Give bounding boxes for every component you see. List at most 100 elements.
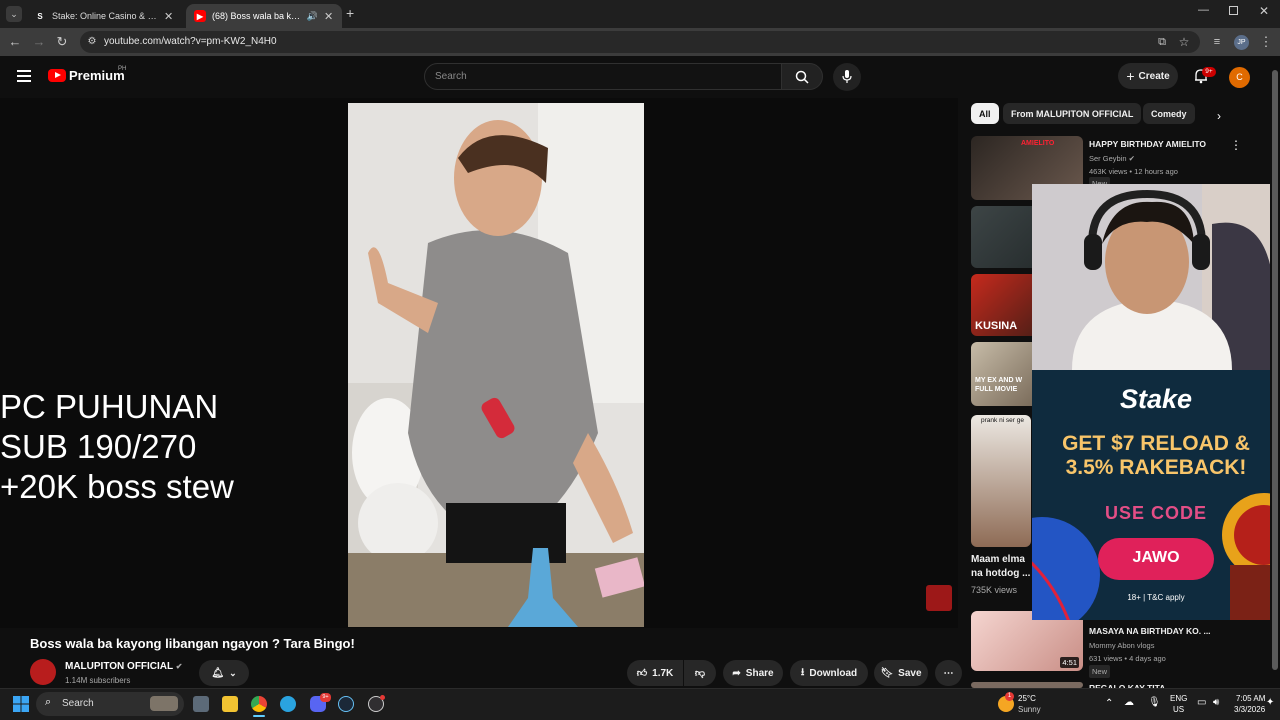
- chips-next-chevron-icon[interactable]: ›: [1217, 109, 1221, 123]
- steam-icon[interactable]: [338, 696, 354, 712]
- language-bottom[interactable]: US: [1173, 705, 1184, 714]
- rec-more-icon[interactable]: ⋮: [1230, 138, 1242, 152]
- overlay-line: SUB 190/270: [0, 428, 197, 465]
- search-button[interactable]: [781, 63, 823, 90]
- tab-youtube[interactable]: ▶ (68) Boss wala ba kayong lib 🔊 ✕: [186, 4, 342, 28]
- weather-badge: 1: [1005, 692, 1014, 701]
- tab-search-dropdown-icon[interactable]: ⌄: [6, 6, 22, 22]
- download-label: Download: [809, 667, 858, 679]
- profile-avatar[interactable]: JP: [1234, 35, 1249, 50]
- verified-icon: ✔: [1128, 154, 1135, 163]
- microphone-icon: [842, 70, 852, 83]
- back-icon[interactable]: ←: [7, 34, 23, 50]
- create-button[interactable]: + Create: [1118, 63, 1178, 89]
- channel-watermark-icon[interactable]: [926, 585, 952, 611]
- speaker-icon[interactable]: 🔊: [307, 11, 318, 22]
- forward-icon[interactable]: →: [31, 34, 47, 50]
- tray-chevron-up-icon[interactable]: ⌃: [1105, 698, 1113, 709]
- promo-code-button[interactable]: JAWO: [1098, 538, 1214, 580]
- save-label: Save: [898, 667, 922, 679]
- microphone-tray-icon[interactable]: 🎙︎: [1148, 697, 1161, 708]
- site-info-icon[interactable]: ⚙: [84, 34, 100, 50]
- share-label: Share: [745, 667, 774, 679]
- search-icon: ⌕: [45, 696, 52, 708]
- playlist-icon[interactable]: ≡: [1209, 34, 1225, 50]
- like-button[interactable]: 👍︎ 1.7K: [627, 660, 683, 686]
- thumbs-down-icon: 👎︎: [694, 668, 706, 679]
- subscribe-bell-button[interactable]: 🔔︎ ⌄: [199, 660, 249, 686]
- telegram-icon[interactable]: [280, 696, 296, 712]
- stake-ad-overlay: Stake GET $7 RELOAD & 3.5% RAKEBACK! USE…: [1032, 370, 1280, 620]
- rec-title[interactable]: MASAYA NA BIRTHDAY KO. ...: [1089, 626, 1211, 637]
- notification-center-icon[interactable]: ✦: [1266, 697, 1274, 708]
- video-frame[interactable]: [348, 103, 644, 627]
- language-top[interactable]: ENG: [1170, 694, 1187, 703]
- rec-thumbnail-short[interactable]: prank ni ser ge: [971, 415, 1031, 547]
- thumb-text: prank ni ser ge: [981, 417, 1024, 424]
- rec-channel[interactable]: Mommy Abon vlogs: [1089, 639, 1154, 652]
- rec-title[interactable]: HAPPY BIRTHDAY AMIELITO: [1089, 139, 1206, 150]
- browser-tab-strip: ⌄ S Stake: Online Casino & Sports B ✕ ▶ …: [0, 0, 1280, 28]
- url-text[interactable]: youtube.com/watch?v=pm-KW2_N4H0: [104, 36, 277, 47]
- chip-all[interactable]: All: [971, 103, 999, 124]
- plus-icon: +: [1126, 68, 1135, 84]
- rec-title[interactable]: Maam elma na hotdog ...: [971, 553, 1031, 581]
- new-tab-icon[interactable]: +: [346, 5, 354, 21]
- volume-icon[interactable]: 🔊︎: [1213, 697, 1219, 708]
- download-icon: ⭳: [800, 666, 805, 678]
- download-button[interactable]: ⭳ Download: [790, 660, 868, 686]
- close-icon[interactable]: ✕: [324, 10, 334, 23]
- voice-search-button[interactable]: [833, 63, 861, 91]
- restore-icon[interactable]: [1229, 6, 1238, 15]
- share-button[interactable]: ➦ Share: [723, 660, 783, 686]
- rec-channel-text: Ser Geybin: [1089, 154, 1127, 163]
- scrollbar-thumb[interactable]: [1272, 70, 1278, 670]
- close-icon[interactable]: ✕: [164, 10, 174, 23]
- chrome-icon[interactable]: [251, 696, 267, 712]
- save-button[interactable]: 🔖︎ Save: [874, 660, 928, 686]
- stake-logo: Stake: [1119, 384, 1193, 414]
- file-explorer-icon[interactable]: [222, 696, 238, 712]
- reload-icon[interactable]: ↻: [54, 34, 70, 50]
- verified-icon: ✔: [175, 662, 183, 671]
- chip-comedy[interactable]: Comedy: [1143, 103, 1195, 124]
- install-app-icon[interactable]: ⧉: [1154, 34, 1170, 50]
- duration-badge: 4:51: [1060, 657, 1079, 668]
- channel-name[interactable]: MALUPITON OFFICIAL ✔: [65, 661, 182, 672]
- clock-date[interactable]: 3/3/2026: [1234, 705, 1265, 714]
- tab-title: Stake: Online Casino & Sports B: [52, 11, 158, 21]
- rec-channel[interactable]: Ser Geybin ✔: [1089, 152, 1135, 165]
- tab-stake[interactable]: S Stake: Online Casino & Sports B ✕: [26, 4, 182, 28]
- account-avatar[interactable]: C: [1229, 67, 1250, 88]
- bookmark-icon: 🔖︎: [880, 667, 894, 679]
- weather-temp[interactable]: 25°C: [1018, 694, 1036, 703]
- rec-thumbnail[interactable]: 4:51: [971, 611, 1083, 671]
- hamburger-menu-icon[interactable]: [17, 70, 31, 82]
- dislike-button[interactable]: 👎︎: [684, 660, 716, 686]
- overlay-line: PC PUHUNAN: [0, 388, 219, 425]
- premium-logo-text[interactable]: Premium: [69, 68, 125, 83]
- bookmark-star-icon[interactable]: ☆: [1176, 34, 1192, 50]
- clock-time[interactable]: 7:05 AM: [1236, 694, 1265, 703]
- like-count: 1.7K: [652, 667, 674, 679]
- windows-taskbar: [0, 688, 1280, 720]
- chip-from-channel[interactable]: From MALUPITON OFFICIAL: [1003, 103, 1142, 124]
- search-icon: [795, 70, 809, 84]
- windows-start-icon[interactable]: [13, 696, 29, 712]
- close-window-icon[interactable]: ✕: [1259, 4, 1269, 18]
- tray-app-icon[interactable]: ☁: [1124, 697, 1134, 708]
- youtube-favicon-icon: ▶: [194, 10, 206, 22]
- taskbar-search-box[interactable]: ⌕ Search: [36, 692, 184, 716]
- video-title: Boss wala ba kayong libangan ngayon ? Ta…: [30, 636, 355, 651]
- subscriber-count: 1.14M subscribers: [65, 676, 131, 685]
- weather-desc[interactable]: Sunny: [1018, 705, 1041, 714]
- network-icon[interactable]: ▭: [1197, 697, 1206, 708]
- youtube-logo-icon[interactable]: [48, 69, 66, 82]
- share-icon: ➦: [732, 667, 741, 679]
- task-view-icon[interactable]: [193, 696, 209, 712]
- more-actions-button[interactable]: ⋯: [935, 660, 962, 686]
- channel-avatar[interactable]: [30, 659, 56, 685]
- search-input[interactable]: Search: [424, 63, 782, 90]
- more-menu-icon[interactable]: ⋮: [1258, 34, 1274, 50]
- minimize-icon[interactable]: —: [1198, 4, 1209, 16]
